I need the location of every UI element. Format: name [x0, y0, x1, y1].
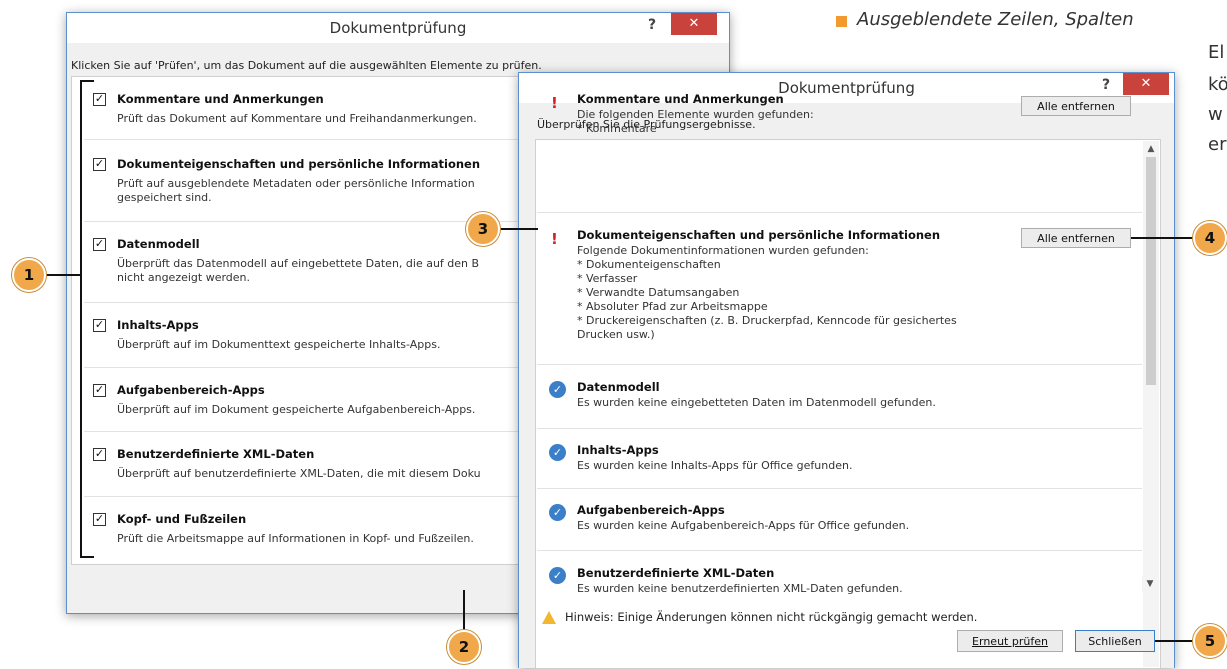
help-button[interactable]: ?	[639, 13, 665, 37]
checkbox-custom-xml[interactable]: ✓	[93, 448, 106, 461]
option-headers-footers: ✓ Kopf- und Fußzeilen Prüft die Arbeitsm…	[93, 512, 523, 546]
divider	[537, 550, 1142, 551]
result-line: Es wurden keine benutzerdefinierten XML-…	[577, 582, 903, 594]
book-side-text-3: w	[1208, 104, 1223, 125]
book-side-text-2: kö	[1208, 74, 1227, 95]
result-line: Drucken usw.)	[577, 328, 655, 341]
option-desc: Prüft das Dokument auf Kommentare und Fr…	[117, 112, 477, 125]
divider	[84, 139, 520, 140]
divider	[84, 431, 520, 432]
option-taskpane-apps: ✓ Aufgabenbereich-Apps Überprüft auf im …	[93, 383, 523, 417]
divider	[537, 428, 1142, 429]
divider	[84, 221, 520, 222]
callout-1-bracket-bottom	[80, 556, 94, 558]
callout-1: 1	[12, 258, 46, 292]
warning-text: Hinweis: Einige Änderungen können nicht …	[565, 610, 978, 624]
option-title: Kopf- und Fußzeilen	[117, 512, 247, 526]
option-comments: ✓ Kommentare und Anmerkungen Prüft das D…	[93, 92, 523, 126]
result-line: * Dokumenteigenschaften	[577, 258, 721, 271]
recheck-button[interactable]: Erneut prüfen	[957, 630, 1063, 652]
option-desc-2: nicht angezeigt werden.	[117, 271, 251, 284]
option-desc: Prüft auf ausgeblendete Metadaten oder p…	[117, 177, 475, 190]
divider	[537, 364, 1142, 365]
option-title: Datenmodell	[117, 237, 200, 251]
result-line: * Absoluter Pfad zur Arbeitsmappe	[577, 300, 768, 313]
result-line: * Verfasser	[577, 272, 638, 285]
callout-1-bracket-top	[80, 80, 94, 82]
result-taskpane-apps: ✓ Aufgabenbereich-Apps Es wurden keine A…	[547, 503, 1147, 533]
scroll-up-arrow[interactable]: ▲	[1143, 141, 1159, 157]
result-title: Benutzerdefinierte XML-Daten	[577, 566, 775, 580]
scroll-thumb[interactable]	[1146, 157, 1156, 385]
check-circle-icon: ✓	[549, 444, 566, 461]
option-data-model: ✓ Datenmodell Überprüft das Datenmodell …	[93, 237, 523, 285]
option-title: Kommentare und Anmerkungen	[117, 92, 324, 106]
option-desc: Überprüft auf im Dokumenttext gespeicher…	[117, 338, 441, 351]
divider	[537, 212, 1142, 213]
result-custom-xml: ✓ Benutzerdefinierte XML-Daten Es wurden…	[547, 566, 1147, 594]
result-line: * Kommentare	[577, 122, 657, 135]
warning-triangle-icon	[542, 611, 556, 624]
callout-3-leader	[500, 228, 538, 230]
callout-2: 2	[447, 630, 481, 664]
result-line: Es wurden keine eingebetteten Daten im D…	[577, 396, 936, 409]
close-button[interactable]: ✕	[671, 13, 717, 35]
callout-3: 3	[466, 212, 500, 246]
callout-5: 5	[1193, 624, 1227, 658]
result-line: Es wurden keine Inhalts-Apps für Office …	[577, 459, 853, 472]
callout-5-leader	[1155, 640, 1193, 642]
result-title: Datenmodell	[577, 380, 660, 394]
warning-exclamation-icon: !	[551, 230, 558, 248]
dialog1-instruction: Klicken Sie auf 'Prüfen', um das Dokumen…	[71, 59, 542, 72]
divider	[84, 367, 520, 368]
divider	[537, 488, 1142, 489]
option-content-apps: ✓ Inhalts-Apps Überprüft auf im Dokument…	[93, 318, 523, 352]
option-custom-xml: ✓ Benutzerdefinierte XML-Daten Überprüft…	[93, 447, 523, 481]
option-title: Aufgabenbereich-Apps	[117, 383, 265, 397]
option-desc: Prüft die Arbeitsmappe auf Informationen…	[117, 532, 474, 545]
result-line: * Verwandte Datumsangaben	[577, 286, 740, 299]
dialog1-titlebar: Dokumentprüfung ? ✕	[67, 13, 729, 43]
checkbox-content-apps[interactable]: ✓	[93, 319, 106, 332]
callout-4: 4	[1193, 221, 1227, 255]
result-line: Es wurden keine Aufgabenbereich-Apps für…	[577, 519, 910, 532]
book-side-text-1: El	[1208, 42, 1225, 63]
checkbox-document-properties[interactable]: ✓	[93, 158, 106, 171]
check-circle-icon: ✓	[549, 504, 566, 521]
book-bullet-heading: Ausgeblendete Zeilen, Spalten	[857, 9, 1134, 30]
checkbox-headers-footers[interactable]: ✓	[93, 513, 106, 526]
option-document-properties: ✓ Dokumenteigenschaften und persönliche …	[93, 157, 523, 205]
callout-1-leader	[44, 274, 80, 276]
option-title: Dokumenteigenschaften und persönliche In…	[117, 157, 481, 171]
checkbox-taskpane-apps[interactable]: ✓	[93, 384, 106, 397]
divider	[84, 302, 520, 303]
option-desc: Überprüft das Datenmodell auf eingebette…	[117, 257, 480, 270]
close-dialog-button[interactable]: Schließen	[1075, 630, 1155, 652]
checkbox-comments[interactable]: ✓	[93, 93, 106, 106]
scroll-down-arrow[interactable]: ▼	[1142, 576, 1158, 592]
result-title: Inhalts-Apps	[577, 443, 659, 457]
result-line: * Druckereigenschaften (z. B. Druckerpfa…	[577, 314, 957, 327]
callout-2-leader	[463, 590, 465, 630]
checkbox-data-model[interactable]: ✓	[93, 238, 106, 251]
book-side-text-4: er	[1208, 134, 1227, 155]
check-circle-icon: ✓	[549, 381, 566, 398]
option-title: Inhalts-Apps	[117, 318, 199, 332]
book-bullet-square	[836, 16, 847, 27]
callout-4-leader	[1131, 237, 1193, 239]
option-desc-2: gespeichert sind.	[117, 191, 212, 204]
warning-exclamation-icon: !	[551, 94, 558, 112]
result-title: Aufgabenbereich-Apps	[577, 503, 725, 517]
callout-1-bracket	[80, 80, 82, 558]
option-title: Benutzerdefinierte XML-Daten	[117, 447, 315, 461]
remove-all-properties-button[interactable]: Alle entfernen	[1021, 228, 1131, 248]
check-circle-icon: ✓	[549, 567, 566, 584]
option-desc: Überprüft auf benutzerdefinierte XML-Dat…	[117, 467, 481, 480]
result-data-model: ✓ Datenmodell Es wurden keine eingebette…	[547, 380, 1147, 410]
option-desc: Überprüft auf im Dokument gespeicherte A…	[117, 403, 476, 416]
divider	[84, 496, 520, 497]
remove-all-comments-button[interactable]: Alle entfernen	[1021, 96, 1131, 116]
result-content-apps: ✓ Inhalts-Apps Es wurden keine Inhalts-A…	[547, 443, 1147, 473]
dialog1-title: Dokumentprüfung	[329, 19, 467, 37]
